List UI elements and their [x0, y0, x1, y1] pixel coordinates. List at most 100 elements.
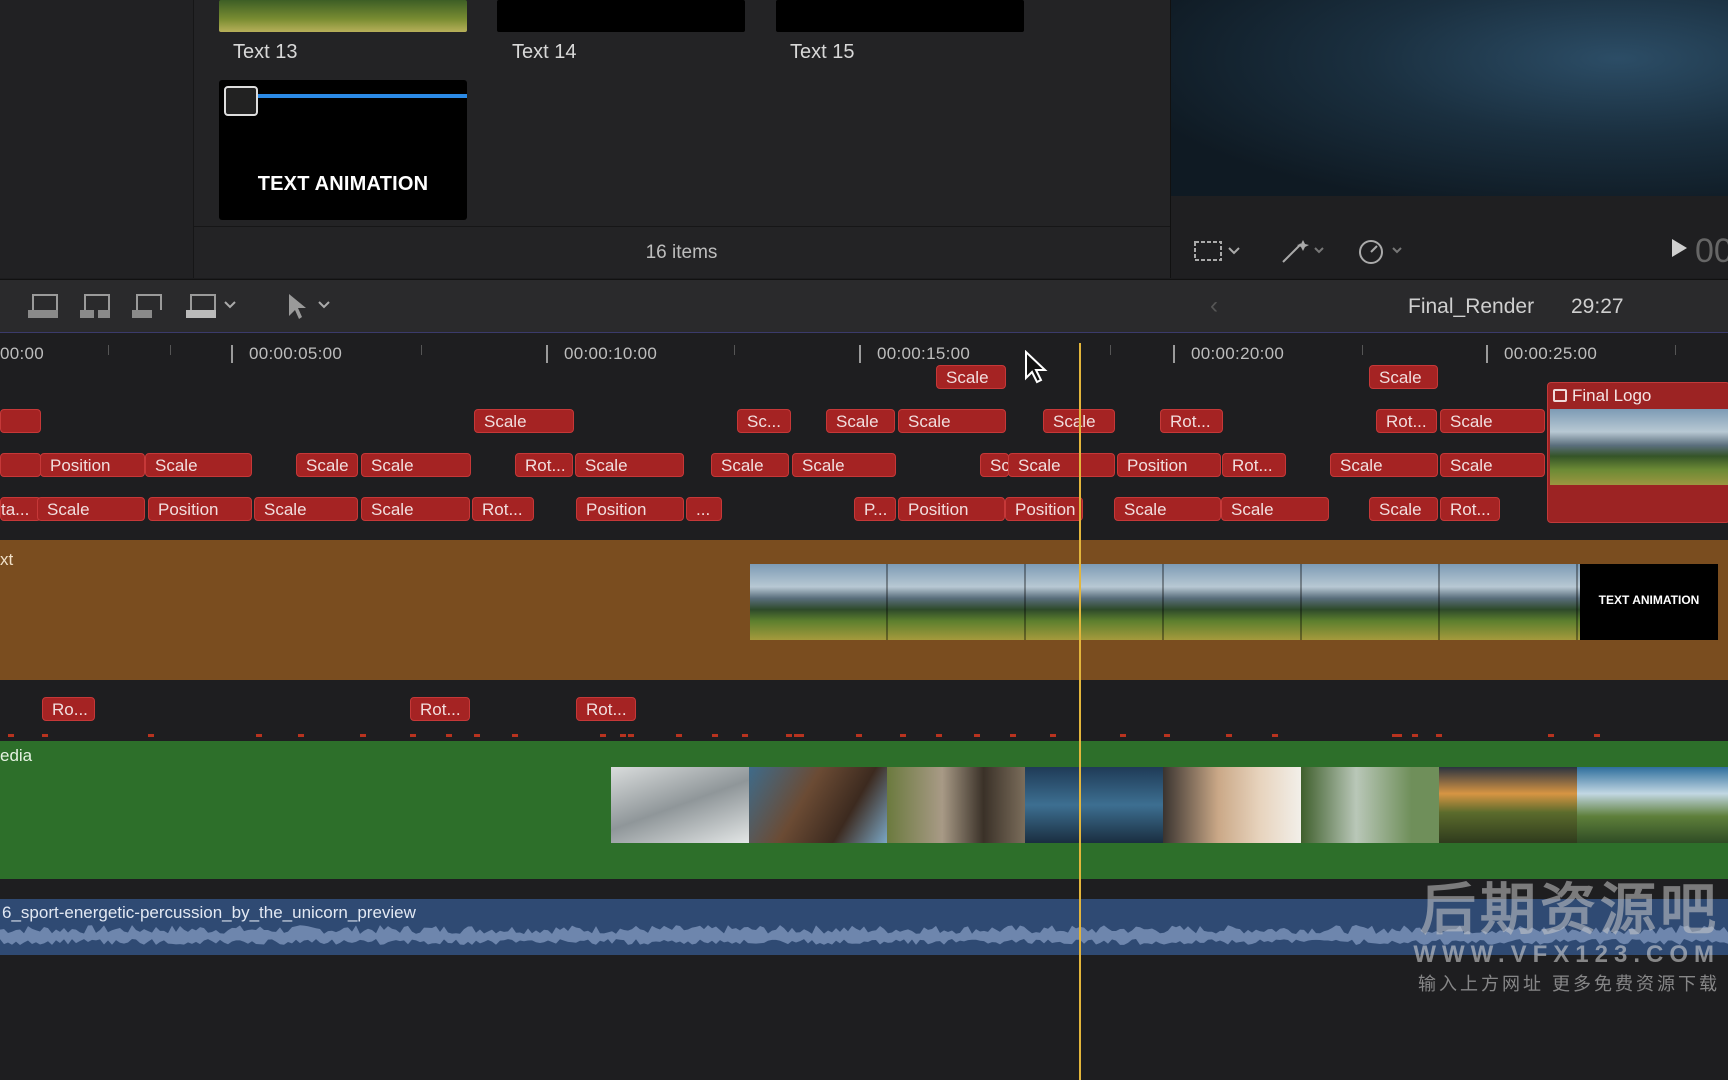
keyframe-marker	[712, 734, 718, 737]
keyframe-marker	[298, 734, 304, 737]
play-icon[interactable]	[1669, 236, 1689, 266]
keyframe-chip[interactable]: Scale	[361, 497, 470, 521]
keyframe-chip[interactable]	[0, 409, 41, 433]
keyframe-chip[interactable]: Rot...	[410, 697, 470, 721]
chevron-down-icon[interactable]	[316, 294, 346, 322]
keyframe-marker	[676, 734, 682, 737]
keyframe-chip[interactable]: Scale	[1369, 497, 1438, 521]
timecode-display: 00	[1695, 232, 1728, 270]
keyframe-chip[interactable]: Position	[1117, 453, 1221, 477]
keyframe-chip[interactable]: Scale	[1440, 409, 1545, 433]
keyframe-chip[interactable]: Scale	[361, 453, 471, 477]
keyframe-chip[interactable]: Scale	[1440, 453, 1545, 477]
keyframe-marker	[410, 734, 416, 737]
keyframe-marker	[512, 734, 518, 737]
keyframe-chip[interactable]: ...	[686, 497, 722, 521]
clip-thumbnail-text-13[interactable]	[219, 0, 467, 32]
time-ruler[interactable]: 00:00 00:00:05:00 00:00:10:00 00:00:15:0…	[0, 333, 1728, 373]
keyframe-chip[interactable]: Scale	[1008, 453, 1115, 477]
keyframe-chip[interactable]: Position	[148, 497, 252, 521]
keyframe-chip[interactable]: Scale	[898, 409, 1006, 433]
media-thumbnail	[1439, 767, 1577, 843]
keyframe-chip[interactable]: Position	[576, 497, 684, 521]
keyframe-chip[interactable]	[0, 453, 41, 477]
back-arrow-icon[interactable]: ‹	[1210, 292, 1218, 320]
keyframe-marker	[474, 734, 480, 737]
keyframe-chip[interactable]: P...	[854, 497, 896, 521]
project-duration: 29:27	[1571, 295, 1624, 318]
keyframe-chip[interactable]: Scale	[1369, 365, 1438, 389]
keyframe-marker	[1120, 734, 1126, 737]
keyframe-chip[interactable]: Scale	[254, 497, 358, 521]
keyframe-marker	[360, 734, 366, 737]
keyframe-chip[interactable]: Rot...	[1160, 409, 1223, 433]
clip-filmstrip	[1550, 409, 1728, 485]
clip-filmstrip	[750, 564, 1580, 640]
keyframe-chip[interactable]: Rot...	[1440, 497, 1500, 521]
clip-thumbnail-text-animation[interactable]: TEXT ANIMATION	[219, 80, 467, 220]
keyframe-chip[interactable]: Rot...	[1222, 453, 1286, 477]
media-thumbnail	[1163, 767, 1301, 843]
media-thumbnail	[611, 767, 749, 843]
connect-clip-icon[interactable]	[28, 292, 58, 320]
keyframe-chip[interactable]: Sc	[980, 453, 1009, 477]
keyframe-chip[interactable]: Scale	[826, 409, 895, 433]
keyframe-marker	[786, 734, 792, 737]
media-thumbnail	[749, 767, 887, 843]
final-logo-clip[interactable]: Final Logo	[1547, 382, 1728, 523]
enhance-wand-icon[interactable]	[1279, 238, 1329, 270]
keyframe-chip[interactable]: Scale	[296, 453, 358, 477]
keyframe-chip[interactable]: Scale	[37, 497, 145, 521]
keyframe-chip[interactable]: Scale	[792, 453, 896, 477]
keyframe-chip[interactable]: Scale	[936, 365, 1006, 389]
ruler-tick	[1110, 345, 1111, 355]
keyframe-chip[interactable]: Rot...	[576, 697, 636, 721]
ruler-tick	[1173, 345, 1175, 363]
chevron-down-icon[interactable]	[222, 294, 252, 322]
watermark-subtitle: 输入上方网址 更多免费资源下载	[1418, 974, 1720, 994]
clip-thumbnail-text-15[interactable]	[776, 0, 1024, 32]
keyframe-chip[interactable]: Ro...	[42, 697, 95, 721]
clip-thumbnail-text-14[interactable]	[497, 0, 745, 32]
keyframe-marker	[1164, 734, 1170, 737]
clip-label: edia	[0, 746, 33, 765]
keyframe-chip[interactable]: Scale	[474, 409, 574, 433]
keyframe-marker	[42, 734, 48, 737]
keyframe-chip[interactable]: Scale	[575, 453, 684, 477]
speed-gauge-icon[interactable]	[1357, 238, 1407, 270]
insert-clip-icon[interactable]	[80, 292, 110, 320]
watermark: 后期资源吧 WWW.VFX123.COM 输入上方网址 更多免费资源下载	[1380, 880, 1720, 996]
keyframe-chip[interactable]: Rot...	[515, 453, 573, 477]
watermark-url: WWW.VFX123.COM	[1413, 941, 1720, 968]
keyframe-chip[interactable]: Scale	[1114, 497, 1221, 521]
compound-clip-icon	[224, 86, 258, 116]
keyframe-chip[interactable]: Rot...	[472, 497, 534, 521]
keyframe-chip[interactable]: Scale	[1330, 453, 1438, 477]
select-tool-arrow-icon[interactable]	[286, 292, 316, 320]
libraries-sidebar	[0, 0, 194, 278]
keyframe-marker	[148, 734, 154, 737]
keyframe-chip[interactable]: Scale	[145, 453, 252, 477]
keyframe-chip[interactable]: Position	[1005, 497, 1083, 521]
keyframe-chip[interactable]: Rot...	[1376, 409, 1437, 433]
compound-clip-text[interactable]: xt TEXT ANIMATION	[0, 540, 1728, 680]
keyframe-marker	[936, 734, 942, 737]
append-clip-icon[interactable]	[132, 292, 162, 320]
ruler-label: 00:00:25:00	[1504, 344, 1598, 363]
keyframe-chip[interactable]: Scale	[1221, 497, 1329, 521]
keyframe-marker	[974, 734, 980, 737]
playhead[interactable]	[1079, 343, 1081, 1080]
clip-label: Text 14	[512, 41, 577, 63]
transform-icon[interactable]	[1193, 238, 1243, 270]
keyframe-marker	[1594, 734, 1600, 737]
overwrite-clip-icon[interactable]	[186, 292, 216, 320]
ruler-tick	[170, 345, 171, 355]
keyframe-chip[interactable]: Position	[898, 497, 1005, 521]
ruler-tick	[1362, 345, 1363, 355]
keyframe-chip[interactable]: Sc...	[737, 409, 791, 433]
keyframe-chip[interactable]: ta...	[0, 497, 41, 521]
keyframe-chip[interactable]: Position	[40, 453, 145, 477]
keyframe-chip[interactable]: Scale	[711, 453, 789, 477]
compound-clip-media[interactable]: edia	[0, 741, 1728, 879]
clip-filmstrip-end-title: TEXT ANIMATION	[1580, 564, 1718, 640]
